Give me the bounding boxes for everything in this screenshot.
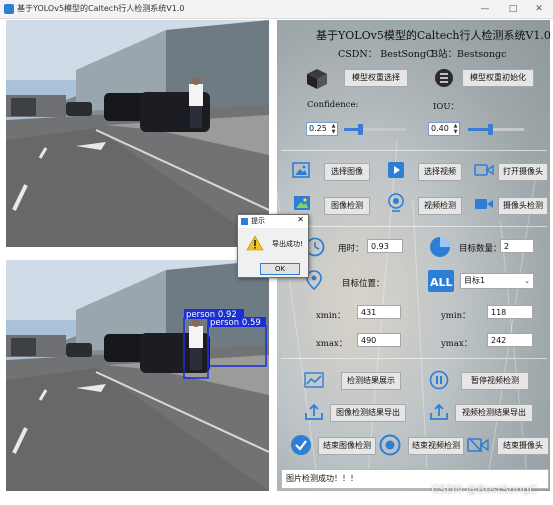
chevron-down-icon: ⌄ [524, 277, 530, 285]
app-icon [4, 4, 14, 14]
pause-video-button[interactable]: 暂停视频检测 [461, 372, 529, 390]
open-camera-button[interactable]: 打开摄像头 [498, 163, 548, 181]
confidence-spinbox[interactable]: 0.25 ▲ ▼ [306, 122, 338, 136]
detection-label-2: person 0.59 [210, 318, 261, 328]
select-video-button[interactable]: 选择视频 [418, 163, 462, 181]
dialog-ok-button[interactable]: OK [260, 263, 300, 275]
select-image-button[interactable]: 选择图像 [324, 163, 370, 181]
divider [281, 358, 547, 359]
line-chart-icon [304, 372, 324, 388]
app-title: 基于YOLOv5模型的Caltech行人检测系统V1.0 [316, 29, 551, 42]
camera-off-icon [467, 437, 489, 453]
pie-chart-icon [430, 237, 450, 257]
divider [281, 226, 547, 227]
close-button[interactable]: ✕ [527, 2, 551, 16]
target-select-dropdown[interactable]: 目标1 ⌄ [460, 273, 534, 289]
video-file-icon [388, 162, 404, 178]
cube-icon [307, 69, 327, 89]
show-results-button[interactable]: 检测结果展示 [341, 372, 401, 390]
xmin-label: xmin： [316, 311, 346, 321]
end-video-detect-button[interactable]: 结束视频检测 [408, 437, 464, 455]
spin-arrows-icon[interactable]: ▲ ▼ [330, 123, 337, 135]
window-titlebar: 基于YOLOv5模型的Caltech行人检测系统V1.0 — □ ✕ [0, 0, 553, 19]
export-image-results-button[interactable]: 图像检测结果导出 [330, 404, 406, 422]
dialog-title: 提示 [251, 217, 265, 225]
image-icon [292, 162, 310, 178]
target-count-label: 目标数量： [459, 244, 502, 254]
divider [281, 150, 547, 151]
sliders-icon [435, 69, 453, 87]
target-count-field[interactable]: 2 [500, 239, 534, 253]
confidence-slider-handle[interactable] [358, 124, 363, 135]
spin-arrows-icon[interactable]: ▲ ▼ [452, 123, 459, 135]
xmax-label: xmax： [316, 339, 348, 349]
model-weight-init-button[interactable]: 模型权重初始化 [462, 69, 534, 87]
upload-icon [305, 403, 323, 420]
end-image-detect-button[interactable]: 结束图像检测 [318, 437, 376, 455]
xmax-field[interactable]: 490 [357, 333, 401, 347]
video-camera-icon [475, 199, 493, 209]
ymax-field[interactable]: 242 [487, 333, 533, 347]
iou-slider[interactable] [468, 124, 524, 135]
bilibili-label: B站：Bestsongc [431, 49, 507, 60]
svg-text:ALL: ALL [430, 276, 453, 289]
end-camera-button[interactable]: 结束摄像头 [497, 437, 549, 455]
ymin-field[interactable]: 118 [487, 305, 533, 319]
camera-detect-button[interactable]: 摄像头检测 [498, 197, 548, 215]
image-detect-button[interactable]: 图像检测 [324, 197, 370, 215]
webcam-icon [388, 193, 404, 212]
all-targets-icon: ALL [428, 270, 454, 292]
minimize-button[interactable]: — [473, 2, 497, 16]
export-success-dialog: 提示 ✕ 导出成功! OK [237, 214, 309, 278]
time-label: 用时： [338, 244, 364, 254]
dialog-close-icon[interactable]: ✕ [297, 215, 304, 224]
maximize-button[interactable]: □ [501, 2, 525, 16]
dialog-message: 导出成功! [272, 240, 303, 248]
iou-value: 0.40 [431, 124, 449, 133]
iou-slider-fill [468, 128, 490, 131]
iou-spinbox[interactable]: 0.40 ▲ ▼ [428, 122, 460, 136]
stop-circle-icon [379, 434, 401, 456]
pause-icon [429, 370, 449, 390]
xmin-field[interactable]: 431 [357, 305, 401, 319]
watermark: CSDN @BestSongC [431, 483, 537, 496]
warning-icon [246, 235, 264, 251]
ymax-label: ymax： [441, 339, 473, 349]
upload-icon [430, 403, 448, 420]
dialog-app-icon [241, 218, 248, 225]
detection-result-view: person 0.92 person 0.59 [6, 260, 269, 491]
export-video-results-button[interactable]: 视频检测结果导出 [455, 404, 533, 422]
video-detect-button[interactable]: 视频检测 [418, 197, 462, 215]
confidence-label: Confidence: [307, 100, 359, 110]
model-weight-select-button[interactable]: 模型权重选择 [344, 69, 408, 87]
original-image-view [6, 20, 269, 247]
window-title: 基于YOLOv5模型的Caltech行人检测系统V1.0 [17, 4, 185, 13]
dialog-titlebar: 提示 ✕ [238, 215, 308, 228]
iou-label: IOU： [433, 102, 459, 112]
target-position-label: 目标位置： [342, 279, 385, 289]
csdn-label: CSDN： BestSongC [338, 49, 434, 60]
iou-slider-handle[interactable] [488, 124, 493, 135]
confidence-slider[interactable] [344, 124, 406, 135]
time-field[interactable]: 0.93 [367, 239, 403, 253]
camera-icon [474, 164, 494, 176]
target-select-value: 目标1 [464, 276, 486, 285]
ymin-label: ymin： [441, 311, 471, 321]
image-detect-icon [294, 196, 310, 210]
check-circle-icon [291, 435, 311, 455]
confidence-value: 0.25 [309, 124, 327, 133]
